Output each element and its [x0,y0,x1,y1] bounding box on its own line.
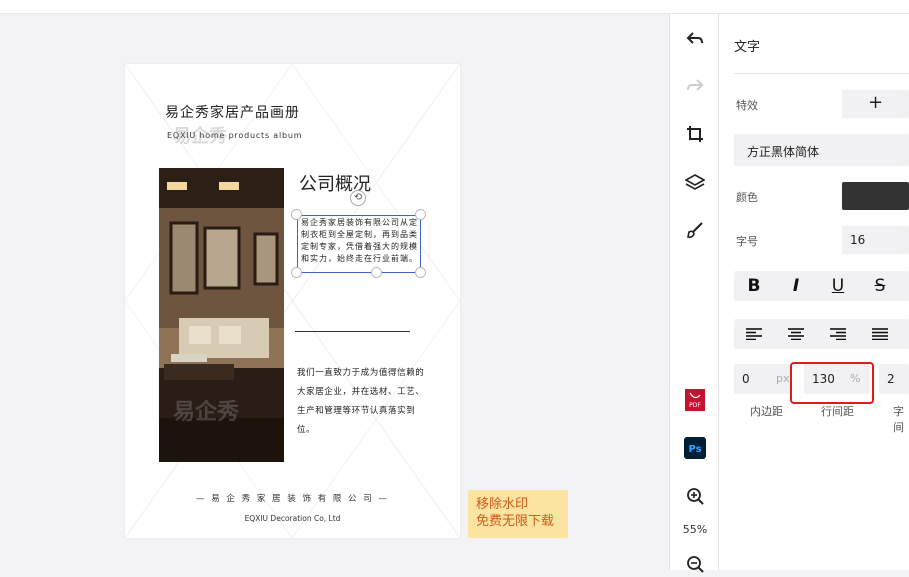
text-properties-panel: 文字 特效 + 方正黑体简体 颜色 字号 16 B I U S 0 px 130… [719,14,909,570]
add-effect-button[interactable]: + [842,90,909,118]
svg-text:PDF: PDF [689,402,701,409]
padding-unit: px [776,372,790,385]
font-size-input[interactable]: 16 [842,226,909,254]
text-style-toolbar: B I U S [734,271,909,301]
move-handle[interactable] [371,267,382,278]
align-right-icon[interactable] [818,319,858,349]
panel-title: 文字 [734,40,761,55]
crop-icon[interactable] [682,121,708,147]
letter-spacing-label: 字间 [893,405,904,434]
bold-button[interactable]: B [734,271,774,301]
brush-icon[interactable] [682,217,708,243]
resize-handle-bottom-right[interactable] [415,267,426,278]
remove-watermark-line1: 移除水印 [476,497,529,512]
divider-line [295,331,410,332]
pdf-icon[interactable]: PDF [682,387,708,413]
vertical-toolbar: PDF Ps 55% [669,14,719,573]
letter-spacing-value: 2 [887,372,895,386]
color-swatch[interactable] [842,182,909,210]
align-left-icon[interactable] [734,319,774,349]
document-page[interactable]: 易企秀家居产品画册 EQXIU home products album 易企秀 [125,64,460,538]
rotate-handle-icon[interactable]: ⟲ [350,190,366,206]
font-family-select[interactable]: 方正黑体简体 [734,134,909,166]
zoom-out-icon[interactable] [682,551,708,577]
font-size-label: 字号 [736,235,758,248]
top-bar [0,0,909,14]
selected-text-block[interactable]: 易企秀家居装饰有限公司从定制衣柜到全屋定制，再到品类定制专家，凭借着强大的规模和… [301,217,419,271]
align-center-icon[interactable] [776,319,816,349]
line-height-label: 行间距 [821,405,854,418]
align-justify-icon[interactable] [860,319,900,349]
footer-company-english[interactable]: EQXIU Decoration Co, Ltd [125,514,460,523]
resize-handle-bottom-left[interactable] [291,267,302,278]
zoom-level: 55% [682,523,708,536]
watermark: 易企秀 [173,400,240,425]
redo-icon[interactable] [682,73,708,99]
annotation-highlight-box [790,362,874,404]
remove-watermark-line2: 免费无限下载 [476,514,555,529]
watermark: 易企秀 [173,126,227,147]
undo-icon[interactable] [682,26,708,52]
resize-handle-top-left[interactable] [291,209,302,220]
panel-divider [734,73,909,74]
padding-input[interactable]: 0 px [734,364,792,394]
brand-title[interactable]: 易企秀家居产品画册 [165,102,300,122]
ps-icon[interactable]: Ps [682,435,708,461]
padding-value: 0 [742,372,750,386]
remove-watermark-button[interactable]: 移除水印 免费无限下载 [468,490,568,538]
text-align-toolbar [734,319,909,349]
resize-handle-top-right[interactable] [415,209,426,220]
zoom-in-icon[interactable] [682,483,708,509]
effects-label: 特效 [736,99,758,112]
underline-button[interactable]: U [818,271,858,301]
italic-button[interactable]: I [776,271,816,301]
body-text[interactable]: 我们一直致力于成为值得信赖的大家居企业，并在选材、工艺、生产和管理等环节认真落实… [297,364,427,440]
letter-spacing-input[interactable]: 2 [879,364,909,394]
padding-label: 内边距 [750,405,783,418]
strikethrough-button[interactable]: S [860,271,900,301]
canvas-area: 易企秀家居产品画册 EQXIU home products album 易企秀 [0,14,669,570]
layers-icon[interactable] [682,169,708,195]
color-label: 颜色 [736,191,758,204]
svg-text:Ps: Ps [688,444,701,455]
footer-company-name[interactable]: — 易 企 秀 家 居 装 饰 有 限 公 司 — [125,492,460,504]
